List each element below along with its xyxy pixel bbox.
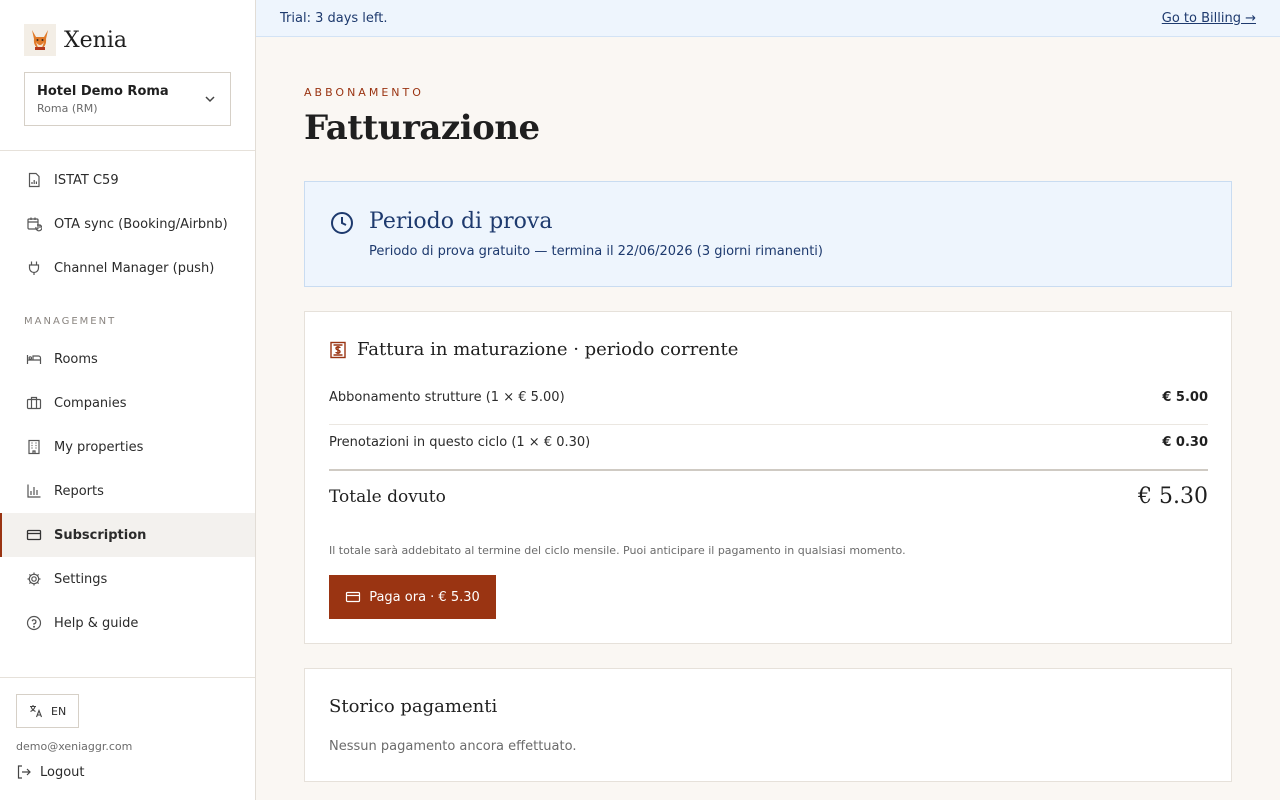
file-chart-icon xyxy=(26,172,42,188)
invoice-line-amount: € 5.00 xyxy=(1162,390,1208,405)
invoice-header: Fattura in maturazione · periodo corrent… xyxy=(329,339,738,360)
property-location: Roma (RM) xyxy=(37,102,98,115)
property-selector[interactable]: Hotel Demo Roma Roma (RM) xyxy=(24,72,231,126)
sidebar-item-label: Settings xyxy=(54,571,108,587)
total-amount: € 5.30 xyxy=(1138,484,1208,509)
invoice-note: Il totale sarà addebitato al termine del… xyxy=(329,544,906,557)
app-name: Xenia xyxy=(64,27,128,53)
logout-button[interactable]: Logout xyxy=(16,764,85,780)
row-divider xyxy=(329,424,1208,425)
sidebar-item-rooms[interactable]: Rooms xyxy=(0,337,255,381)
property-name: Hotel Demo Roma xyxy=(37,84,169,99)
language-switcher[interactable]: EN xyxy=(16,694,79,728)
sidebar-item-label: Subscription xyxy=(54,527,147,543)
bar-chart-icon xyxy=(26,483,42,499)
translate-icon xyxy=(29,704,43,718)
sidebar-divider xyxy=(0,150,255,151)
credit-card-icon xyxy=(345,589,361,605)
invoice-line: Prenotazioni in questo ciclo (1 × € 0.30… xyxy=(329,435,1208,450)
bed-icon xyxy=(26,351,42,367)
invoice-total-row: Totale dovuto € 5.30 xyxy=(329,484,1208,509)
trial-status-card: Periodo di prova Periodo di prova gratui… xyxy=(304,181,1232,287)
sidebar-section-label: MANAGEMENT xyxy=(24,316,117,327)
sidebar-item-label: Channel Manager (push) xyxy=(54,260,215,276)
sidebar: Xenia Hotel Demo Roma Roma (RM) ISTAT C5… xyxy=(0,0,256,800)
sidebar-item-label: Reports xyxy=(54,483,104,499)
sidebar-item-label: ISTAT C59 xyxy=(54,172,119,188)
invoice-title: Fattura in maturazione · periodo corrent… xyxy=(357,339,739,360)
payment-history-title: Storico pagamenti xyxy=(329,696,498,717)
sidebar-item-channel-manager[interactable]: Channel Manager (push) xyxy=(0,246,255,290)
sidebar-item-label: Companies xyxy=(54,395,127,411)
sidebar-item-help[interactable]: Help & guide xyxy=(0,601,255,645)
fox-logo-icon xyxy=(24,24,56,56)
language-code: EN xyxy=(51,704,67,718)
invoice-line: Abbonamento strutture (1 × € 5.00) € 5.0… xyxy=(329,390,1208,405)
trial-banner-text: Trial: 3 days left. xyxy=(280,10,388,26)
total-divider xyxy=(329,469,1208,471)
sidebar-item-ota-sync[interactable]: OTA sync (Booking/Airbnb) xyxy=(0,202,255,246)
sidebar-item-settings[interactable]: Settings xyxy=(0,557,255,601)
total-label: Totale dovuto xyxy=(329,486,446,507)
sidebar-item-label: Help & guide xyxy=(54,615,139,631)
sidebar-item-label: My properties xyxy=(54,439,144,455)
trial-card-text: Periodo di prova gratuito — termina il 2… xyxy=(369,244,823,259)
page-eyebrow: ABBONAMENTO xyxy=(304,86,424,99)
page-title: Fatturazione xyxy=(304,108,540,148)
help-circle-icon xyxy=(26,615,42,631)
sidebar-item-subscription[interactable]: Subscription xyxy=(0,513,255,557)
clock-icon xyxy=(331,212,353,234)
pay-now-button[interactable]: Paga ora · € 5.30 xyxy=(329,575,496,619)
sidebar-item-istat[interactable]: ISTAT C59 xyxy=(0,158,255,202)
sidebar-divider xyxy=(0,677,255,678)
invoice-line-amount: € 0.30 xyxy=(1162,435,1208,450)
logout-icon xyxy=(16,764,32,780)
building-icon xyxy=(26,439,42,455)
trial-banner: Trial: 3 days left. Go to Billing → xyxy=(256,0,1280,37)
payment-history-card: Storico pagamenti Nessun pagamento ancor… xyxy=(304,668,1232,782)
sidebar-item-label: OTA sync (Booking/Airbnb) xyxy=(54,216,228,232)
chevron-down-icon xyxy=(205,96,215,103)
receipt-icon xyxy=(329,341,347,359)
invoice-line-label: Abbonamento strutture (1 × € 5.00) xyxy=(329,390,565,405)
pay-now-label: Paga ora · € 5.30 xyxy=(369,589,480,605)
sidebar-item-my-properties[interactable]: My properties xyxy=(0,425,255,469)
user-email: demo@xeniaggr.com xyxy=(16,740,133,753)
invoice-card: Fattura in maturazione · periodo corrent… xyxy=(304,311,1232,644)
trial-card-title: Periodo di prova xyxy=(369,209,553,234)
brand[interactable]: Xenia xyxy=(24,24,127,56)
go-to-billing-link[interactable]: Go to Billing → xyxy=(1162,11,1256,26)
payment-history-empty: Nessun pagamento ancora effettuato. xyxy=(329,739,577,754)
sidebar-item-label: Rooms xyxy=(54,351,98,367)
sidebar-item-reports[interactable]: Reports xyxy=(0,469,255,513)
credit-card-icon xyxy=(26,527,42,543)
plug-icon xyxy=(26,260,42,276)
logout-label: Logout xyxy=(40,764,85,780)
briefcase-icon xyxy=(26,395,42,411)
gear-icon xyxy=(26,571,42,587)
invoice-line-label: Prenotazioni in questo ciclo (1 × € 0.30… xyxy=(329,435,591,450)
sidebar-item-companies[interactable]: Companies xyxy=(0,381,255,425)
calendar-sync-icon xyxy=(26,216,42,232)
